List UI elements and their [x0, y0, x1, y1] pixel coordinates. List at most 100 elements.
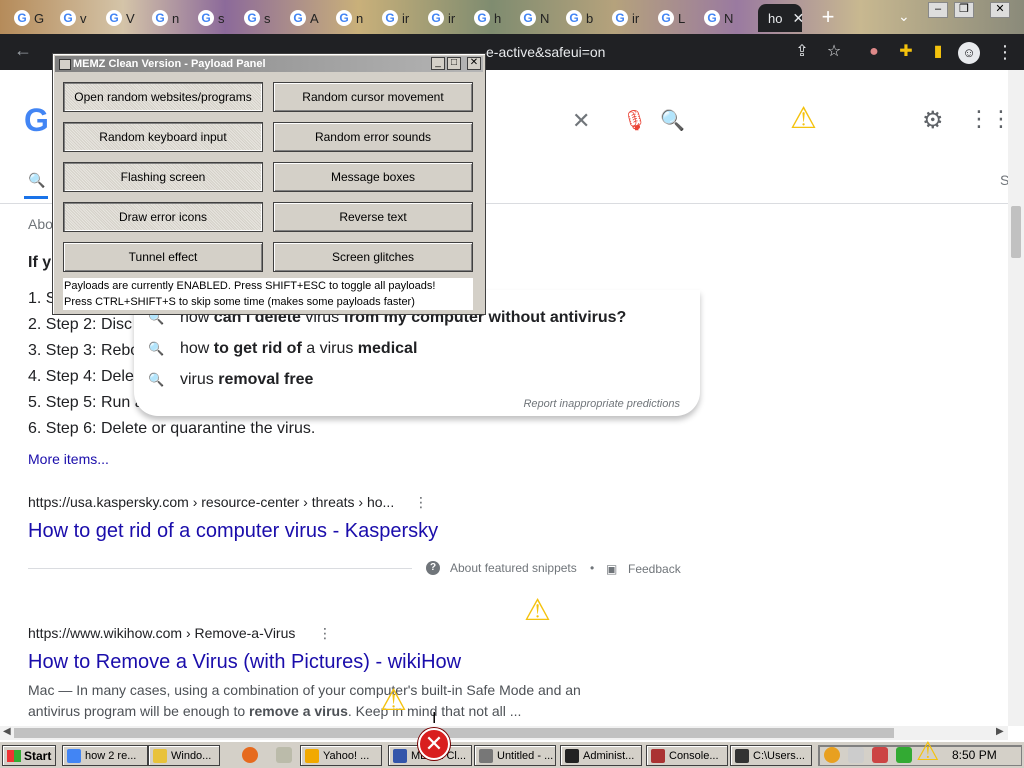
bookmark-star-icon[interactable]: ☆ — [824, 42, 844, 62]
google-favicon-icon: G — [474, 10, 490, 26]
memz-title-bar[interactable]: MEMZ Clean Version - Payload Panel — [55, 56, 483, 72]
browser-tab[interactable]: Gs — [188, 4, 225, 32]
tab-search-chevron-icon[interactable]: ⌄ — [898, 8, 910, 25]
extension-flag-icon[interactable]: ● — [864, 42, 884, 62]
payload-button[interactable]: Message boxes — [273, 162, 473, 192]
sidepanel-icon[interactable]: ▮ — [928, 42, 948, 62]
google-logo[interactable]: G — [24, 102, 49, 139]
browser-menu-icon[interactable]: ⋮ — [996, 42, 1014, 63]
maximize-window-button[interactable]: ❐ — [954, 2, 974, 18]
suggestion-item[interactable]: 🔍 how to get rid of a virus medical — [148, 337, 417, 361]
close-window-button[interactable]: ✕ — [990, 2, 1010, 18]
step-item: 6. Step 6: Delete or quarantine the viru… — [28, 420, 316, 437]
feedback-link[interactable]: Feedback — [628, 562, 681, 576]
memz-maximize-button[interactable]: □ — [447, 57, 461, 70]
taskbar-label: Yahoo! ... — [323, 749, 370, 762]
result-title-link[interactable]: How to get rid of a computer virus - Kas… — [28, 520, 438, 543]
all-tab-search-icon[interactable]: 🔍 — [28, 172, 45, 189]
browser-tab[interactable]: Gn — [142, 4, 179, 32]
google-favicon-icon: G — [520, 10, 536, 26]
microphone-icon[interactable]: 🎙 — [622, 108, 647, 133]
new-tab-button[interactable]: + — [816, 6, 840, 30]
browser-tab[interactable]: Gir — [372, 4, 409, 32]
memz-close-button[interactable]: ✕ — [467, 57, 481, 70]
taskbar-button[interactable]: Yahoo! ... — [300, 745, 382, 766]
profile-avatar-icon[interactable]: ☺ — [958, 42, 980, 64]
tray-icon[interactable] — [848, 747, 864, 763]
start-label: Start — [24, 748, 52, 763]
clear-search-icon[interactable]: ✕ — [572, 108, 590, 134]
extensions-puzzle-icon[interactable]: ✚ — [896, 42, 916, 62]
taskbar-button[interactable]: how 2 re... — [62, 745, 148, 766]
browser-tab[interactable]: Gv — [50, 4, 87, 32]
payload-button[interactable]: Flashing screen — [63, 162, 263, 192]
suggestion-text: how — [180, 340, 214, 357]
browser-tab[interactable]: GA — [280, 4, 319, 32]
tray-icon[interactable] — [896, 747, 912, 763]
result-url: https://www.wikihow.com › Remove-a-Virus — [28, 625, 296, 641]
browser-tab[interactable]: Gir — [602, 4, 639, 32]
tab-label: N — [724, 10, 734, 26]
google-favicon-icon: G — [612, 10, 628, 26]
minimize-window-button[interactable]: – — [928, 2, 948, 18]
taskbar-button[interactable]: Windo... — [148, 745, 220, 766]
tab-label: n — [356, 10, 364, 26]
payload-button[interactable]: Random error sounds — [273, 122, 473, 152]
settings-gear-icon[interactable]: ⚙ — [922, 106, 944, 135]
help-question-icon[interactable]: ? — [426, 561, 440, 575]
browser-tab[interactable]: Gs — [234, 4, 271, 32]
payload-button[interactable]: Draw error icons — [63, 202, 263, 232]
result-menu-icon[interactable]: ⋮ — [414, 494, 428, 511]
vertical-scroll-thumb[interactable] — [1011, 206, 1021, 258]
browser-tab[interactable]: GG — [4, 4, 44, 32]
more-items-link[interactable]: More items... — [28, 451, 109, 467]
payload-button[interactable]: Reverse text — [273, 202, 473, 232]
google-apps-icon[interactable]: ⋮⋮ — [968, 106, 1012, 132]
google-favicon-icon: G — [428, 10, 444, 26]
search-icon[interactable]: 🔍 — [660, 108, 685, 133]
payload-button[interactable]: Random keyboard input — [63, 122, 263, 152]
browser-tab[interactable]: Gn — [326, 4, 363, 32]
browser-tab[interactable]: Gh — [464, 4, 501, 32]
memz-status-line: Payloads are currently ENABLED. Press SH… — [63, 278, 473, 294]
browser-tab[interactable]: Gb — [556, 4, 593, 32]
suggestion-item[interactable]: 🔍 virus removal free — [148, 368, 313, 392]
tray-search-icon[interactable] — [824, 747, 840, 763]
start-button[interactable]: Start — [2, 745, 56, 766]
warning-icon: ⚠ — [524, 594, 551, 627]
report-predictions-link[interactable]: Report inappropriate predictions — [523, 398, 680, 410]
taskbar-button[interactable]: Untitled - ... — [474, 745, 556, 766]
firefox-icon[interactable] — [242, 747, 258, 763]
result-title-link[interactable]: How to Remove a Virus (with Pictures) - … — [28, 651, 461, 674]
separator-dot: • — [590, 561, 595, 575]
result-menu-icon[interactable]: ⋮ — [318, 625, 332, 642]
feedback-icon[interactable]: ▣ — [606, 562, 617, 576]
payload-button[interactable]: Tunnel effect — [63, 242, 263, 272]
scroll-left-arrow-icon[interactable]: ◀ — [3, 726, 11, 737]
google-favicon-icon: G — [704, 10, 720, 26]
browser-tab[interactable]: GL — [648, 4, 685, 32]
payload-button[interactable]: Open random websites/programs — [63, 82, 263, 112]
taskbar-button[interactable]: Administ... — [560, 745, 642, 766]
horizontal-scroll-thumb[interactable] — [14, 728, 894, 738]
about-featured-snippets-link[interactable]: About featured snippets — [450, 561, 577, 575]
active-tab[interactable]: ho ✕ — [758, 4, 804, 32]
google-favicon-icon: G — [336, 10, 352, 26]
browser-tab[interactable]: GN — [694, 4, 733, 32]
close-tab-icon[interactable]: ✕ — [792, 10, 804, 27]
taskbar-button[interactable]: Console... — [646, 745, 728, 766]
scroll-right-arrow-icon[interactable]: ▶ — [996, 726, 1004, 737]
payload-button[interactable]: Screen glitches — [273, 242, 473, 272]
share-icon[interactable]: ⇪ — [792, 42, 812, 62]
address-bar[interactable]: e-active&safeui=on — [486, 40, 786, 64]
memz-minimize-button[interactable]: _ — [431, 57, 445, 70]
browser-tab[interactable]: GV — [96, 4, 135, 32]
payload-button[interactable]: Random cursor movement — [273, 82, 473, 112]
vertical-scrollbar[interactable] — [1008, 70, 1024, 726]
browser-tab[interactable]: Gir — [418, 4, 455, 32]
browser-tab[interactable]: GN — [510, 4, 549, 32]
back-arrow-icon[interactable]: ← — [14, 40, 32, 61]
tray-icon[interactable] — [872, 747, 888, 763]
quicklaunch-icon[interactable] — [276, 747, 292, 763]
taskbar-button[interactable]: C:\Users... — [730, 745, 812, 766]
